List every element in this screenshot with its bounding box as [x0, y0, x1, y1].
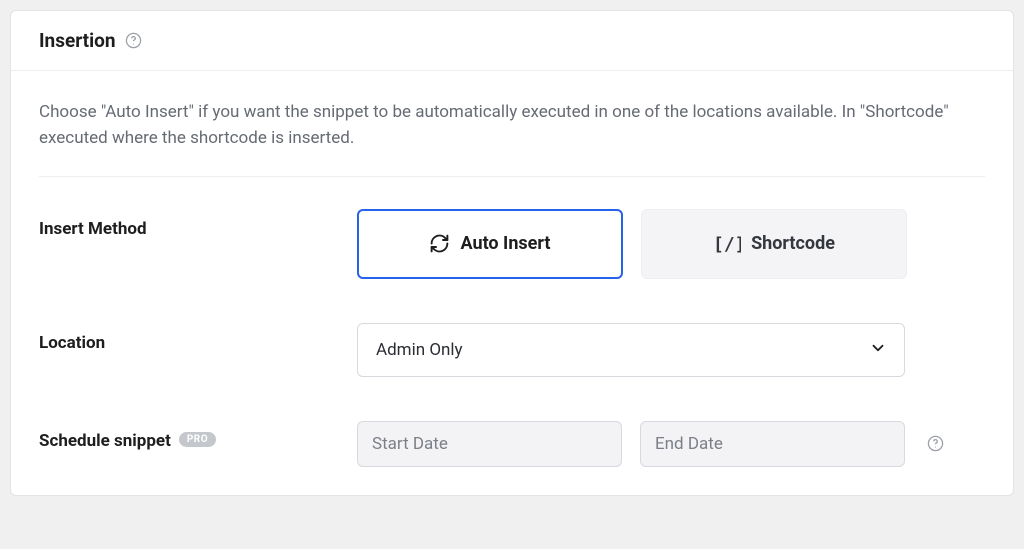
svg-text:[/]: [/]: [713, 234, 741, 254]
end-date-placeholder: End Date: [655, 434, 723, 454]
control-col: Auto Insert [/] Shortcode: [357, 209, 985, 279]
control-col: Admin Only: [357, 323, 985, 377]
location-label: Location: [39, 333, 105, 353]
end-date-input[interactable]: End Date: [640, 421, 905, 467]
location-select-wrap: Admin Only: [357, 323, 905, 377]
start-date-placeholder: Start Date: [372, 434, 448, 454]
help-icon[interactable]: [927, 435, 944, 452]
panel-body: Choose "Auto Insert" if you want the sni…: [11, 71, 1013, 495]
schedule-label: Schedule snippet PRO: [39, 431, 216, 451]
divider: [39, 176, 985, 177]
shortcode-icon: [/]: [713, 234, 741, 254]
refresh-icon: [429, 233, 450, 254]
label-col: Location: [39, 323, 357, 353]
row-insert-method: Insert Method Auto Insert: [39, 209, 985, 279]
location-select[interactable]: Admin Only: [357, 323, 905, 377]
auto-insert-label: Auto Insert: [460, 233, 550, 254]
start-date-input[interactable]: Start Date: [357, 421, 622, 467]
insert-method-label: Insert Method: [39, 219, 147, 239]
insert-method-group: Auto Insert [/] Shortcode: [357, 209, 907, 279]
row-schedule: Schedule snippet PRO Start Date End Date: [39, 421, 985, 467]
auto-insert-button[interactable]: Auto Insert: [357, 209, 623, 279]
panel-title: Insertion: [39, 29, 115, 52]
schedule-label-text: Schedule snippet: [39, 431, 171, 451]
shortcode-label: Shortcode: [751, 233, 835, 254]
row-location: Location Admin Only: [39, 323, 985, 377]
pro-badge: PRO: [179, 432, 216, 447]
shortcode-button[interactable]: [/] Shortcode: [641, 209, 907, 279]
label-col: Insert Method: [39, 209, 357, 239]
panel-header: Insertion: [11, 11, 1013, 71]
location-select-value: Admin Only: [376, 340, 463, 360]
insertion-panel: Insertion Choose "Auto Insert" if you wa…: [10, 10, 1014, 496]
control-col: Start Date End Date: [357, 421, 985, 467]
help-icon[interactable]: [125, 32, 142, 49]
panel-description: Choose "Auto Insert" if you want the sni…: [39, 99, 985, 152]
date-inputs: Start Date End Date: [357, 421, 905, 467]
label-col: Schedule snippet PRO: [39, 421, 357, 451]
